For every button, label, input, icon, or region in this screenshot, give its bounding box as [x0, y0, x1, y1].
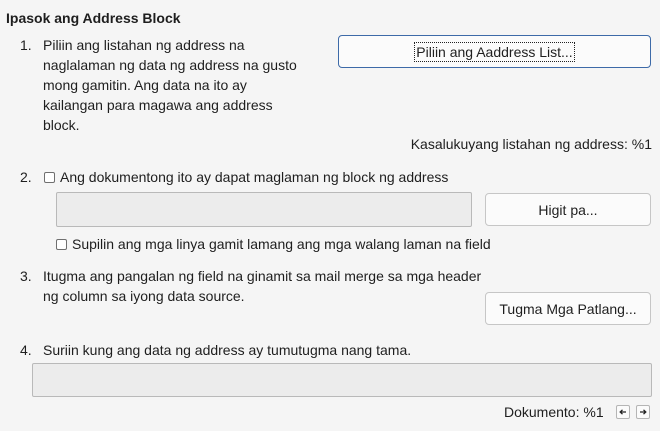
address-block-checkbox[interactable]: [44, 171, 55, 183]
match-fields-button[interactable]: Tugma Mga Patlang...: [485, 292, 651, 325]
arrow-right-icon: [640, 409, 647, 415]
step-4-text: Suriin kung ang data ng address ay tumut…: [43, 342, 412, 358]
more-button-label: Higit pa...: [538, 201, 598, 218]
step-2-number: 2.: [20, 169, 32, 185]
suppress-empty-lines-label: Supilin ang mga linya gamit lamang ang m…: [72, 236, 491, 252]
suppress-empty-lines-row[interactable]: Supilin ang mga linya gamit lamang ang m…: [56, 234, 491, 254]
address-block-preview: [56, 192, 472, 227]
select-address-list-label: Piliin ang Aaddress List...: [414, 41, 575, 62]
suppress-empty-lines-checkbox[interactable]: [56, 238, 67, 250]
current-address-list-label: Kasalukuyang listahan ng address: %1: [410, 136, 652, 152]
next-document-button[interactable]: [636, 405, 650, 419]
more-button[interactable]: Higit pa...: [485, 193, 651, 226]
step-1-number: 1.: [20, 37, 32, 53]
step-1-text: Piliin ang listahan ng address na naglal…: [43, 37, 297, 133]
previous-document-button[interactable]: [616, 405, 630, 419]
step-3-text: Itugma ang pangalan ng field na ginamit …: [43, 268, 482, 304]
section-title: Ipasok ang Address Block: [6, 10, 181, 26]
address-preview-field: [32, 363, 652, 397]
address-block-checkbox-row[interactable]: Ang dokumentong ito ay dapat maglaman ng…: [44, 167, 448, 187]
match-fields-button-label: Tugma Mga Patlang...: [499, 300, 637, 317]
address-block-checkbox-label: Ang dokumentong ito ay dapat maglaman ng…: [60, 169, 449, 185]
step-3-number: 3.: [20, 268, 32, 284]
document-label: Dokumento: %1: [504, 404, 604, 420]
arrow-left-icon: [619, 409, 626, 415]
select-address-list-button[interactable]: Piliin ang Aaddress List...: [338, 35, 651, 68]
step-4-number: 4.: [20, 342, 32, 358]
